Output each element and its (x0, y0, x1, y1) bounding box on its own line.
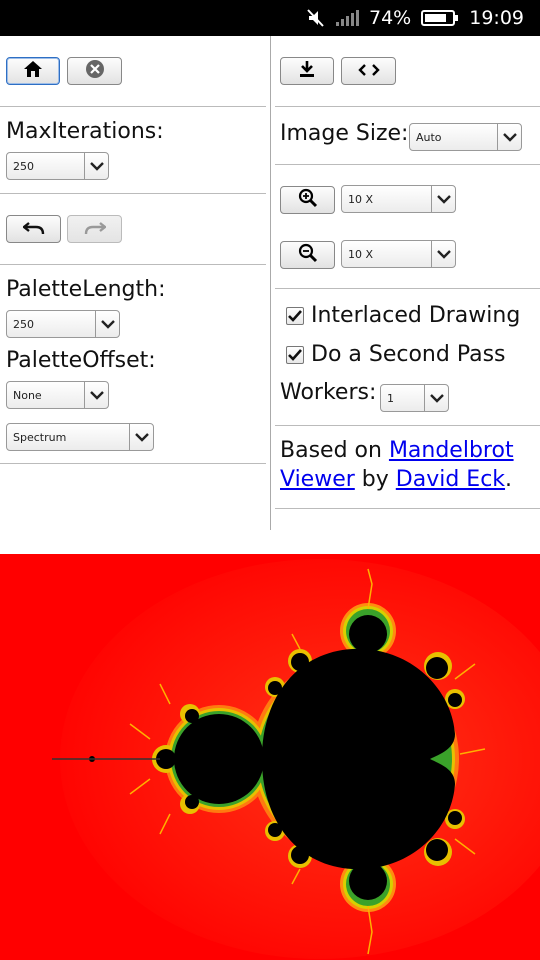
clock: 19:09 (469, 7, 524, 29)
divider (275, 106, 540, 107)
chevron-down-icon (129, 424, 153, 450)
chevron-down-icon (424, 385, 448, 411)
divider (0, 106, 266, 107)
download-icon (298, 60, 316, 82)
redo-icon (84, 220, 107, 239)
checkmark-icon (288, 346, 302, 365)
zoom-out-factor-value: 10 X (348, 247, 374, 261)
divider (0, 463, 266, 464)
chevron-down-icon (431, 186, 455, 212)
chevron-down-icon (431, 241, 455, 267)
credit-prefix: Based on (280, 438, 389, 463)
palette-offset-value: None (13, 388, 42, 402)
divider (0, 264, 266, 265)
image-size-label: Image Size: (280, 121, 409, 146)
interlaced-checkbox[interactable] (286, 307, 304, 325)
undo-button[interactable] (6, 215, 61, 243)
zoom-out-factor-select[interactable]: 10 X (341, 240, 456, 268)
chevron-down-icon (497, 124, 521, 150)
max-iterations-select[interactable]: 250 (6, 152, 109, 180)
signal-icon (335, 9, 359, 27)
mandelbrot-image[interactable] (0, 554, 540, 960)
close-circle-icon (85, 59, 105, 83)
credit-text: Based on Mandelbrot Viewer by David Eck. (280, 436, 530, 494)
david-eck-link[interactable]: David Eck (396, 467, 505, 492)
divider (275, 288, 540, 289)
battery-percent: 74% (369, 7, 412, 29)
chevron-down-icon (84, 153, 108, 179)
palette-value: Spectrum (13, 430, 67, 444)
divider (0, 193, 266, 194)
second-pass-label: Do a Second Pass (311, 342, 506, 367)
status-bar: 74% 19:09 (0, 0, 540, 36)
code-button[interactable] (341, 57, 396, 85)
max-iterations-value: 250 (13, 159, 34, 173)
undo-icon (21, 220, 45, 239)
divider (275, 508, 540, 509)
battery-icon (421, 9, 459, 27)
chevron-down-icon (84, 382, 108, 408)
home-icon (23, 60, 43, 82)
image-size-value: Auto (416, 130, 442, 144)
zoom-in-factor-value: 10 X (348, 192, 374, 206)
zoom-in-factor-select[interactable]: 10 X (341, 185, 456, 213)
zoom-in-icon (298, 188, 318, 212)
chevron-down-icon (95, 311, 119, 337)
max-iterations-label: MaxIterations: (6, 119, 164, 144)
image-size-select[interactable]: Auto (409, 123, 522, 151)
download-button[interactable] (280, 57, 334, 85)
code-icon (357, 62, 380, 81)
divider (275, 164, 540, 165)
zoom-out-icon (298, 243, 318, 267)
workers-label: Workers: (280, 380, 377, 405)
palette-offset-select[interactable]: None (6, 381, 109, 409)
mute-icon (307, 8, 325, 28)
workers-select[interactable]: 1 (380, 384, 449, 412)
divider (275, 425, 540, 426)
fractal-canvas[interactable] (0, 554, 540, 960)
workers-value: 1 (387, 391, 394, 405)
zoom-in-button[interactable] (280, 186, 335, 214)
credit-suffix: . (505, 467, 513, 492)
palette-select[interactable]: Spectrum (6, 423, 154, 451)
zoom-out-button[interactable] (280, 241, 335, 269)
interlaced-label: Interlaced Drawing (311, 303, 521, 328)
left-panel: MaxIterations: 250 PaletteLength: 250 Pa… (0, 36, 270, 530)
stop-button[interactable] (67, 57, 122, 85)
checkmark-icon (288, 307, 302, 326)
palette-length-value: 250 (13, 317, 34, 331)
credit-middle: by (354, 467, 396, 492)
palette-offset-label: PaletteOffset: (6, 348, 156, 373)
redo-button[interactable] (67, 215, 122, 243)
home-button[interactable] (6, 57, 60, 85)
palette-length-label: PaletteLength: (6, 277, 166, 302)
palette-length-select[interactable]: 250 (6, 310, 120, 338)
second-pass-checkbox[interactable] (286, 346, 304, 364)
